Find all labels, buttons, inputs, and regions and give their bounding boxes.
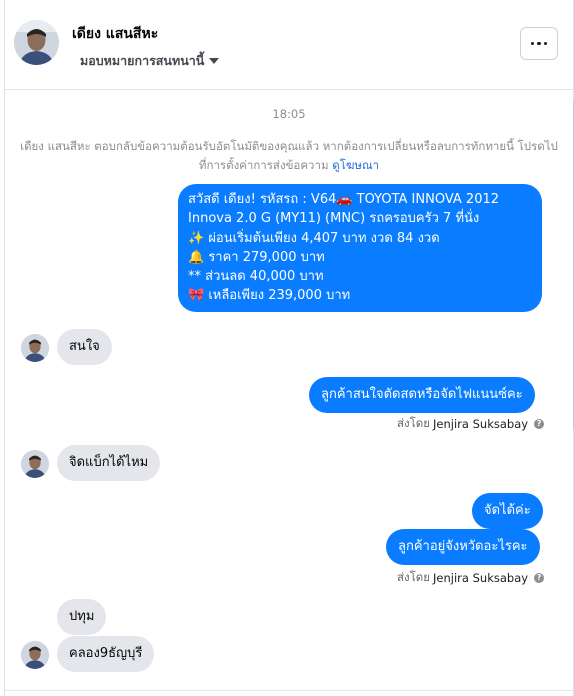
message-timestamp: 18:05 (272, 107, 306, 121)
message-line: ✨ ผ่อนเริ่มต้นเพียง 4,407 บาท งวด 84 งวด (188, 230, 440, 246)
avatar-photo-icon (21, 641, 49, 669)
outgoing-message[interactable]: จัดได้ค่ะ (472, 493, 543, 529)
help-icon[interactable]: ? (534, 419, 545, 429)
contact-avatar-small[interactable] (21, 450, 49, 478)
view-ad-link[interactable]: ดูโฆษณา (332, 158, 379, 172)
more-options-icon (530, 41, 535, 46)
contact-name[interactable]: เดียง แสนสีหะ (72, 23, 158, 45)
contact-avatar-small[interactable] (21, 641, 49, 669)
incoming-message[interactable]: สนใจ (57, 329, 112, 365)
incoming-message[interactable]: คลอง9ธัญบุรี (57, 636, 155, 672)
incoming-message[interactable]: จิดแบ็กได้ไหม (57, 445, 161, 481)
sender-name: Jenjira Suksabay (433, 571, 529, 585)
conversation-panel: เดียง แสนสีหะ มอบหมายการสนทนานี้ 18:05 เ… (4, 0, 574, 696)
message-thread[interactable]: 18:05 เดียง แสนสีหะ ตอบกลับข้อความต้อนรั… (5, 91, 573, 696)
sent-by-label: ส่งโดย Jenjira Suksabay ? (397, 415, 545, 433)
assign-conversation-dropdown[interactable]: มอบหมายการสนทนานี้ (80, 51, 220, 71)
help-icon[interactable]: ? (534, 573, 545, 583)
sender-name: Jenjira Suksabay (433, 417, 529, 431)
composer-edge (5, 690, 573, 696)
incoming-message[interactable]: ปทุม (57, 599, 107, 635)
message-line: Innova 2.0 G (MY11) (MNC) รถครอบครัว 7 ท… (188, 211, 480, 227)
avatar-photo-icon (21, 450, 49, 478)
sent-by-prefix: ส่งโดย (397, 570, 431, 584)
assign-conversation-label: มอบหมายการสนทนานี้ (80, 53, 205, 68)
caret-down-icon (209, 58, 220, 64)
message-line: 🎀 เหลือเพียง 239,000 บาท (188, 288, 351, 304)
message-line: 🔔 ราคา 279,000 บาท (188, 249, 325, 265)
message-line: สวัสดี เดียง! รหัสรถ : V64🚗 TOYOTA INNOV… (188, 192, 500, 207)
avatar-photo-icon (14, 20, 59, 65)
message-line: ** ส่วนลด 40,000 บาท (188, 269, 324, 285)
auto-reply-notice-text: เดียง แสนสีหะ ตอบกลับข้อความต้อนรับอัตโน… (20, 139, 558, 172)
sent-by-prefix: ส่งโดย (397, 416, 431, 430)
outgoing-message[interactable]: สวัสดี เดียง! รหัสรถ : V64🚗 TOYOTA INNOV… (178, 184, 542, 312)
contact-avatar-small[interactable] (21, 334, 49, 362)
outgoing-message[interactable]: ลูกค้าอยู่จังหวัดอะไรคะ (386, 529, 540, 565)
conversation-header: เดียง แสนสีหะ มอบหมายการสนทนานี้ (5, 0, 573, 90)
outgoing-message[interactable]: ลูกค้าสนใจตัดสดหรือจัดไฟแนนซ์คะ (309, 377, 535, 413)
auto-reply-notice: เดียง แสนสีหะ ตอบกลับข้อความต้อนรับอัตโน… (19, 137, 559, 175)
more-options-button[interactable] (520, 27, 558, 60)
contact-avatar[interactable] (14, 20, 59, 65)
avatar-photo-icon (21, 334, 49, 362)
sent-by-label: ส่งโดย Jenjira Suksabay ? (397, 569, 545, 587)
